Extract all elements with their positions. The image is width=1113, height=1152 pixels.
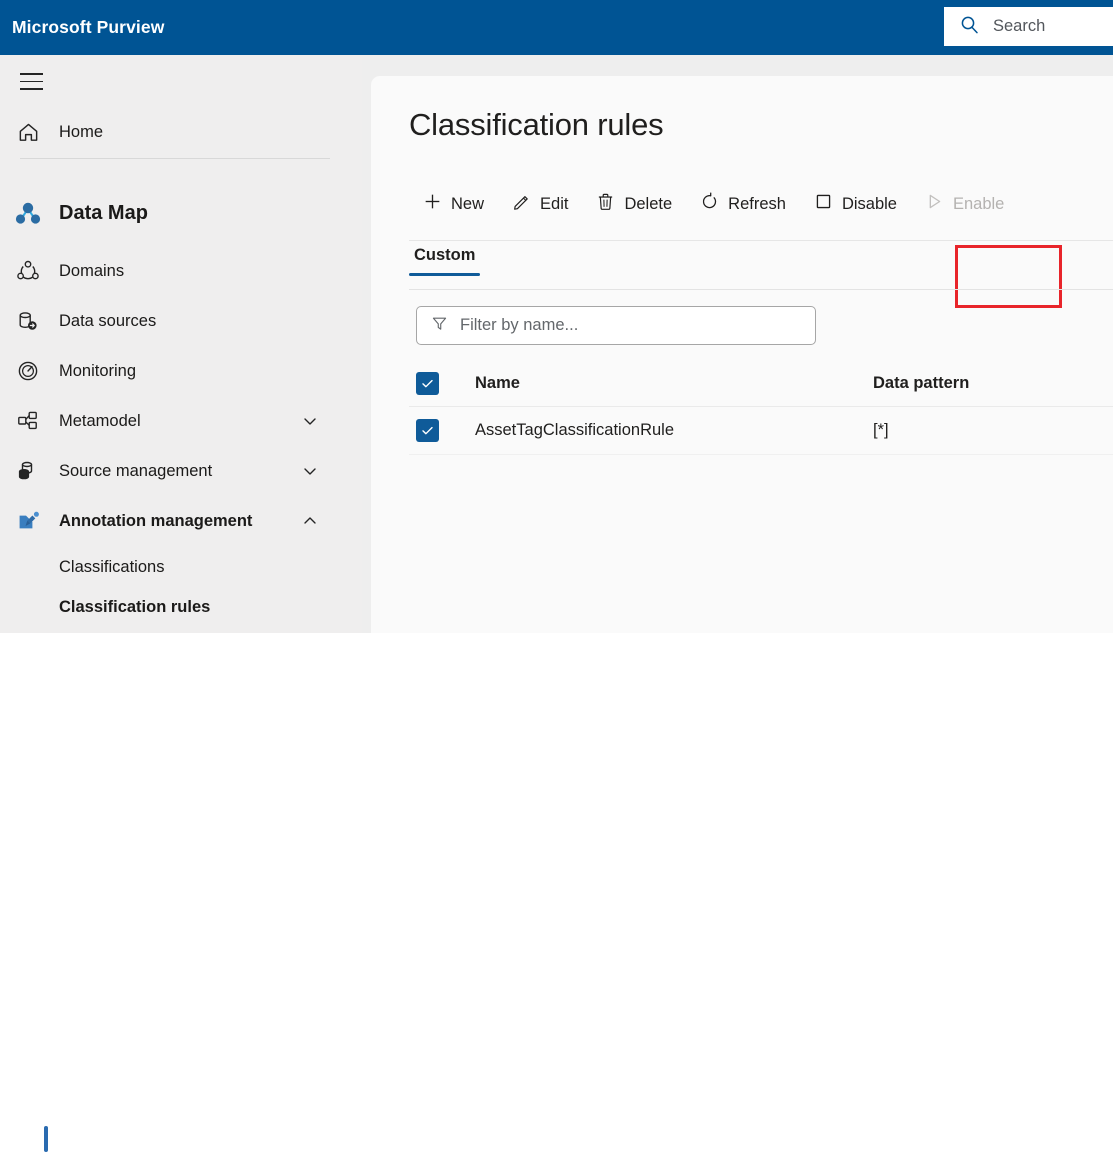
sidebar-item-label: Source management [59, 462, 212, 481]
play-icon [925, 192, 944, 216]
global-search-box[interactable]: Search [944, 7, 1113, 46]
sidebar-subitem-label: Classification rules [59, 598, 210, 617]
pencil-icon [512, 192, 531, 216]
data-map-icon [14, 199, 42, 227]
tab-underline [409, 289, 1113, 290]
command-label: Refresh [728, 195, 786, 214]
home-icon [14, 121, 42, 144]
refresh-button[interactable]: Refresh [686, 183, 800, 225]
row-checkbox[interactable] [416, 419, 439, 442]
rule-name: AssetTagClassificationRule [475, 421, 674, 439]
sidebar-item-label: Home [59, 123, 103, 142]
table-row[interactable]: AssetTagClassificationRule [*] [409, 407, 1113, 455]
rule-data-pattern: [*] [873, 421, 889, 439]
sidebar-item-data-map[interactable]: Data Map [0, 191, 340, 235]
enable-button: Enable [911, 183, 1018, 225]
command-label: Delete [624, 195, 672, 214]
disable-button[interactable]: Disable [800, 183, 911, 225]
hamburger-icon[interactable] [20, 73, 43, 90]
data-sources-icon [14, 309, 42, 333]
column-header-label: Name [475, 374, 520, 392]
delete-button[interactable]: Delete [582, 183, 686, 225]
filter-icon [431, 315, 448, 337]
select-all-cell [409, 372, 475, 395]
command-bar: New Edit [409, 183, 1018, 225]
classification-rules-table: Name Data pattern AssetTagClassification… [409, 361, 1113, 455]
sidebar-subitem-label: Classifications [59, 558, 164, 577]
row-select-cell [409, 419, 475, 442]
trash-icon [596, 192, 615, 216]
sidebar-item-label: Data Map [59, 202, 148, 225]
sidebar-item-source-management[interactable]: Source management [0, 449, 340, 493]
domains-icon [14, 259, 42, 283]
source-management-icon [14, 459, 42, 483]
new-button[interactable]: New [409, 183, 498, 225]
command-bar-divider [409, 240, 1113, 241]
column-header-name[interactable]: Name [475, 374, 873, 393]
sidebar-item-home[interactable]: Home [0, 110, 340, 154]
column-header-data-pattern[interactable]: Data pattern [873, 374, 1053, 393]
annotation-management-icon [14, 509, 42, 534]
refresh-icon [700, 192, 719, 216]
cell-data-pattern: [*] [873, 421, 1053, 440]
metamodel-icon [14, 409, 42, 433]
square-icon [814, 192, 833, 216]
selected-indicator [44, 1126, 48, 1152]
sidebar-item-annotation-management[interactable]: Annotation management [0, 499, 340, 543]
sidebar-item-label: Monitoring [59, 362, 136, 381]
command-label: Enable [953, 195, 1004, 214]
sidebar: Home Data Map [0, 55, 362, 633]
chevron-down-icon[interactable] [302, 463, 318, 479]
sidebar-item-classification-rules[interactable]: Classification rules [0, 587, 340, 627]
plus-icon [423, 192, 442, 216]
cell-name: AssetTagClassificationRule [475, 421, 873, 440]
sidebar-item-domains[interactable]: Domains [0, 249, 340, 293]
sidebar-item-classifications[interactable]: Classifications [0, 547, 340, 587]
tab-label: Custom [414, 246, 475, 264]
chevron-down-icon[interactable] [302, 413, 318, 429]
filter-input[interactable]: Filter by name... [416, 306, 816, 345]
sidebar-item-monitoring[interactable]: Monitoring [0, 349, 340, 393]
search-icon [960, 15, 979, 39]
edit-button[interactable]: Edit [498, 183, 582, 225]
app-brand-title: Microsoft Purview [12, 17, 164, 38]
sidebar-item-label: Domains [59, 262, 124, 281]
sidebar-item-metamodel[interactable]: Metamodel [0, 399, 340, 443]
sidebar-item-label: Data sources [59, 312, 156, 331]
tab-list: Custom [409, 246, 480, 276]
sidebar-item-label: Annotation management [59, 512, 252, 531]
sidebar-item-data-sources[interactable]: Data sources [0, 299, 340, 343]
command-label: Disable [842, 195, 897, 214]
select-all-checkbox[interactable] [416, 372, 439, 395]
command-label: New [451, 195, 484, 214]
app-header: Microsoft Purview Search [0, 0, 1113, 55]
page-title: Classification rules [409, 107, 663, 143]
page-body: Home Data Map [0, 55, 1113, 633]
command-label: Edit [540, 195, 568, 214]
delete-highlight-box [955, 245, 1062, 308]
filter-placeholder: Filter by name... [460, 316, 578, 335]
table-header-row: Name Data pattern [409, 361, 1113, 407]
search-input-placeholder: Search [993, 17, 1045, 36]
sidebar-item-label: Metamodel [59, 412, 141, 431]
chevron-up-icon[interactable] [302, 513, 318, 529]
sidebar-divider [20, 158, 330, 159]
monitoring-icon [14, 359, 42, 383]
column-header-label: Data pattern [873, 374, 969, 392]
main-content: Classification rules New [371, 76, 1113, 633]
tab-custom[interactable]: Custom [409, 246, 480, 276]
